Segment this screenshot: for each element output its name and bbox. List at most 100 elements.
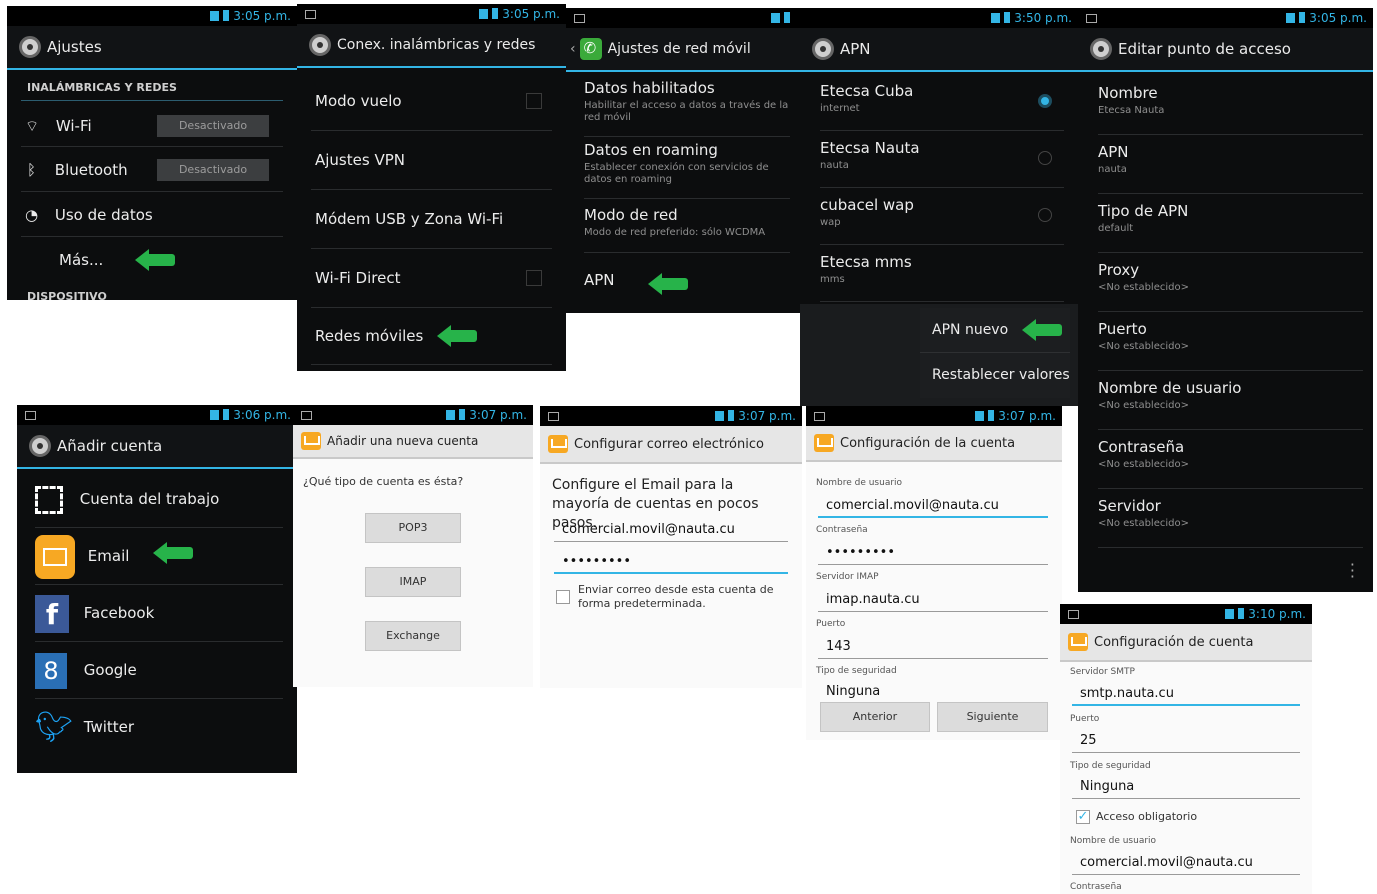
page-title: Conex. inalámbricas y redes bbox=[337, 37, 536, 53]
field-servidor[interactable]: Servidor <No establecido> bbox=[1098, 489, 1363, 548]
data-usage-row[interactable]: ◔ Uso de datos bbox=[21, 194, 283, 237]
page-title: Ajustes de red móvil bbox=[607, 41, 751, 57]
apn-item[interactable]: Etecsa Nauta nauta bbox=[820, 131, 1064, 188]
status-bar bbox=[566, 8, 800, 28]
action-bar: ‹ Ajustes de red móvil bbox=[566, 28, 800, 72]
radio[interactable] bbox=[1038, 208, 1052, 222]
page-title: Configurar correo electrónico bbox=[574, 436, 764, 452]
next-button[interactable]: Siguiente bbox=[937, 702, 1048, 732]
user-label: Nombre de usuario bbox=[1070, 836, 1157, 846]
apn-item[interactable]: cubacel wap wap bbox=[820, 188, 1064, 245]
list-item[interactable]: Redes móviles bbox=[311, 308, 552, 365]
security-label: Tipo de seguridad bbox=[816, 666, 897, 676]
password-field[interactable]: ••••••••• bbox=[818, 543, 1048, 565]
more-label: Más... bbox=[59, 251, 104, 269]
bluetooth-label: Bluetooth bbox=[54, 161, 128, 179]
port-field[interactable]: 25 bbox=[1072, 731, 1300, 753]
apn-item[interactable]: Etecsa Cuba internet bbox=[820, 74, 1064, 131]
gear-icon bbox=[812, 38, 834, 60]
status-bar: 3:05 p.m. bbox=[1078, 8, 1373, 28]
menu-item-reset[interactable]: Restablecer valores bbox=[920, 353, 1070, 397]
status-bar: 3:05 p.m. bbox=[297, 4, 566, 24]
field-puerto[interactable]: Puerto <No establecido> bbox=[1098, 312, 1363, 371]
action-bar: APN bbox=[800, 28, 1078, 72]
security-label: Tipo de seguridad bbox=[1070, 761, 1151, 771]
arrow-indicator bbox=[135, 249, 175, 271]
password-label: Contraseña bbox=[1070, 882, 1122, 892]
page-title: Ajustes bbox=[47, 38, 102, 56]
auth-checkbox[interactable]: ✓ bbox=[1076, 810, 1090, 824]
user-label: Nombre de usuario bbox=[816, 478, 903, 488]
wifi-icon: ⌔ bbox=[25, 117, 40, 135]
list-item[interactable]: Datos habilitados Habilitar el acceso a d… bbox=[584, 76, 790, 137]
list-item[interactable]: Modo de red Modo de red preferido: sólo W… bbox=[584, 200, 790, 253]
email-icon bbox=[548, 435, 568, 453]
pop3-button[interactable]: POP3 bbox=[365, 513, 461, 543]
radio[interactable] bbox=[1038, 151, 1052, 165]
twitter-icon: 🐦︎ bbox=[35, 709, 74, 745]
apn-item[interactable]: Etecsa mms mms bbox=[820, 245, 1064, 302]
password-label: Contraseña bbox=[816, 525, 868, 535]
gear-icon bbox=[1090, 38, 1112, 60]
arrow-indicator bbox=[648, 273, 688, 295]
work-account-icon bbox=[35, 485, 63, 514]
screen-config-imap: 3:07 p.m. Configuración de la cuenta Nom… bbox=[806, 406, 1062, 740]
field-apn[interactable]: APN nauta bbox=[1098, 135, 1363, 194]
status-bar: 3:06 p.m. bbox=[17, 405, 297, 425]
status-bar: 3:10 p.m. bbox=[1060, 604, 1312, 624]
action-bar: Añadir cuenta bbox=[17, 425, 297, 469]
account-type-facebook[interactable]: f Facebook bbox=[35, 585, 283, 642]
action-bar: Configuración de la cuenta bbox=[806, 426, 1062, 462]
list-item[interactable]: Módem USB y Zona Wi-Fi bbox=[311, 190, 552, 249]
account-type-google[interactable]: 8 Google bbox=[35, 642, 283, 699]
bluetooth-row[interactable]: ᛒ Bluetooth Desactivado bbox=[21, 149, 283, 192]
field-usuario[interactable]: Nombre de usuario <No establecido> bbox=[1098, 371, 1363, 430]
wifi-toggle[interactable]: Desactivado bbox=[157, 115, 269, 137]
username-field[interactable]: comercial.movil@nauta.cu bbox=[818, 496, 1048, 518]
smtp-server-field[interactable]: smtp.nauta.cu bbox=[1072, 684, 1300, 706]
radio-selected[interactable] bbox=[1038, 94, 1052, 108]
list-item[interactable]: Datos en roaming Establecer conexión con … bbox=[584, 138, 790, 199]
wifi-row[interactable]: ⌔ Wi-Fi Desactivado bbox=[21, 106, 283, 147]
account-type-work[interactable]: Cuenta del trabajo bbox=[35, 471, 283, 528]
screen-anadir-cuenta: 3:06 p.m. Añadir cuenta Cuenta del traba… bbox=[17, 405, 297, 773]
field-tipo-apn[interactable]: Tipo de APN default bbox=[1098, 194, 1363, 253]
screen-nueva-cuenta: 3:07 p.m. Añadir una nueva cuenta ¿Qué t… bbox=[293, 405, 533, 687]
gear-icon bbox=[29, 435, 51, 457]
facebook-icon: f bbox=[35, 594, 69, 633]
imap-server-field[interactable]: imap.nauta.cu bbox=[818, 590, 1048, 612]
bluetooth-toggle[interactable]: Desactivado bbox=[157, 159, 269, 181]
account-type-twitter[interactable]: 🐦︎ Twitter bbox=[35, 699, 283, 755]
email-field[interactable]: comercial.movil@nauta.cu bbox=[554, 520, 788, 542]
gear-icon bbox=[19, 36, 41, 58]
default-account-checkbox[interactable] bbox=[556, 590, 570, 604]
imap-button[interactable]: IMAP bbox=[365, 567, 461, 597]
data-usage-icon: ◔ bbox=[25, 206, 39, 224]
field-contrasena[interactable]: Contraseña <No establecido> bbox=[1098, 430, 1363, 489]
security-select[interactable]: Ninguna bbox=[818, 682, 1048, 704]
list-item[interactable]: Modo vuelo bbox=[311, 72, 552, 131]
previous-button[interactable]: Anterior bbox=[820, 702, 930, 732]
list-item[interactable]: Wi-Fi Direct bbox=[311, 249, 552, 308]
port-field[interactable]: 143 bbox=[818, 637, 1048, 659]
data-usage-label: Uso de datos bbox=[54, 206, 153, 224]
password-field[interactable]: ••••••••• bbox=[554, 552, 788, 574]
arrow-indicator bbox=[437, 325, 477, 347]
status-bar: 3:50 p.m. bbox=[800, 8, 1078, 28]
overflow-menu-icon[interactable]: · · · bbox=[1350, 557, 1355, 585]
security-select[interactable]: Ninguna bbox=[1072, 777, 1300, 799]
screen-conex: 3:05 p.m. Conex. inalámbricas y redes Mo… bbox=[297, 4, 566, 371]
status-bar: 3:07 p.m. bbox=[293, 405, 533, 425]
screen-red-movil: ‹ Ajustes de red móvil Datos habilitados… bbox=[566, 8, 800, 313]
list-item[interactable]: Ajustes VPN bbox=[311, 131, 552, 190]
checkbox[interactable] bbox=[526, 270, 542, 286]
action-bar: Editar punto de acceso bbox=[1078, 28, 1373, 72]
arrow-indicator bbox=[1022, 319, 1062, 341]
exchange-button[interactable]: Exchange bbox=[365, 621, 461, 651]
username-field[interactable]: comercial.movil@nauta.cu bbox=[1072, 853, 1300, 875]
action-bar: Configurar correo electrónico bbox=[540, 426, 802, 464]
wifi-label: Wi-Fi bbox=[55, 117, 92, 135]
field-proxy[interactable]: Proxy <No establecido> bbox=[1098, 253, 1363, 312]
field-nombre[interactable]: Nombre Etecsa Nauta bbox=[1098, 76, 1363, 135]
checkbox[interactable] bbox=[526, 93, 542, 109]
